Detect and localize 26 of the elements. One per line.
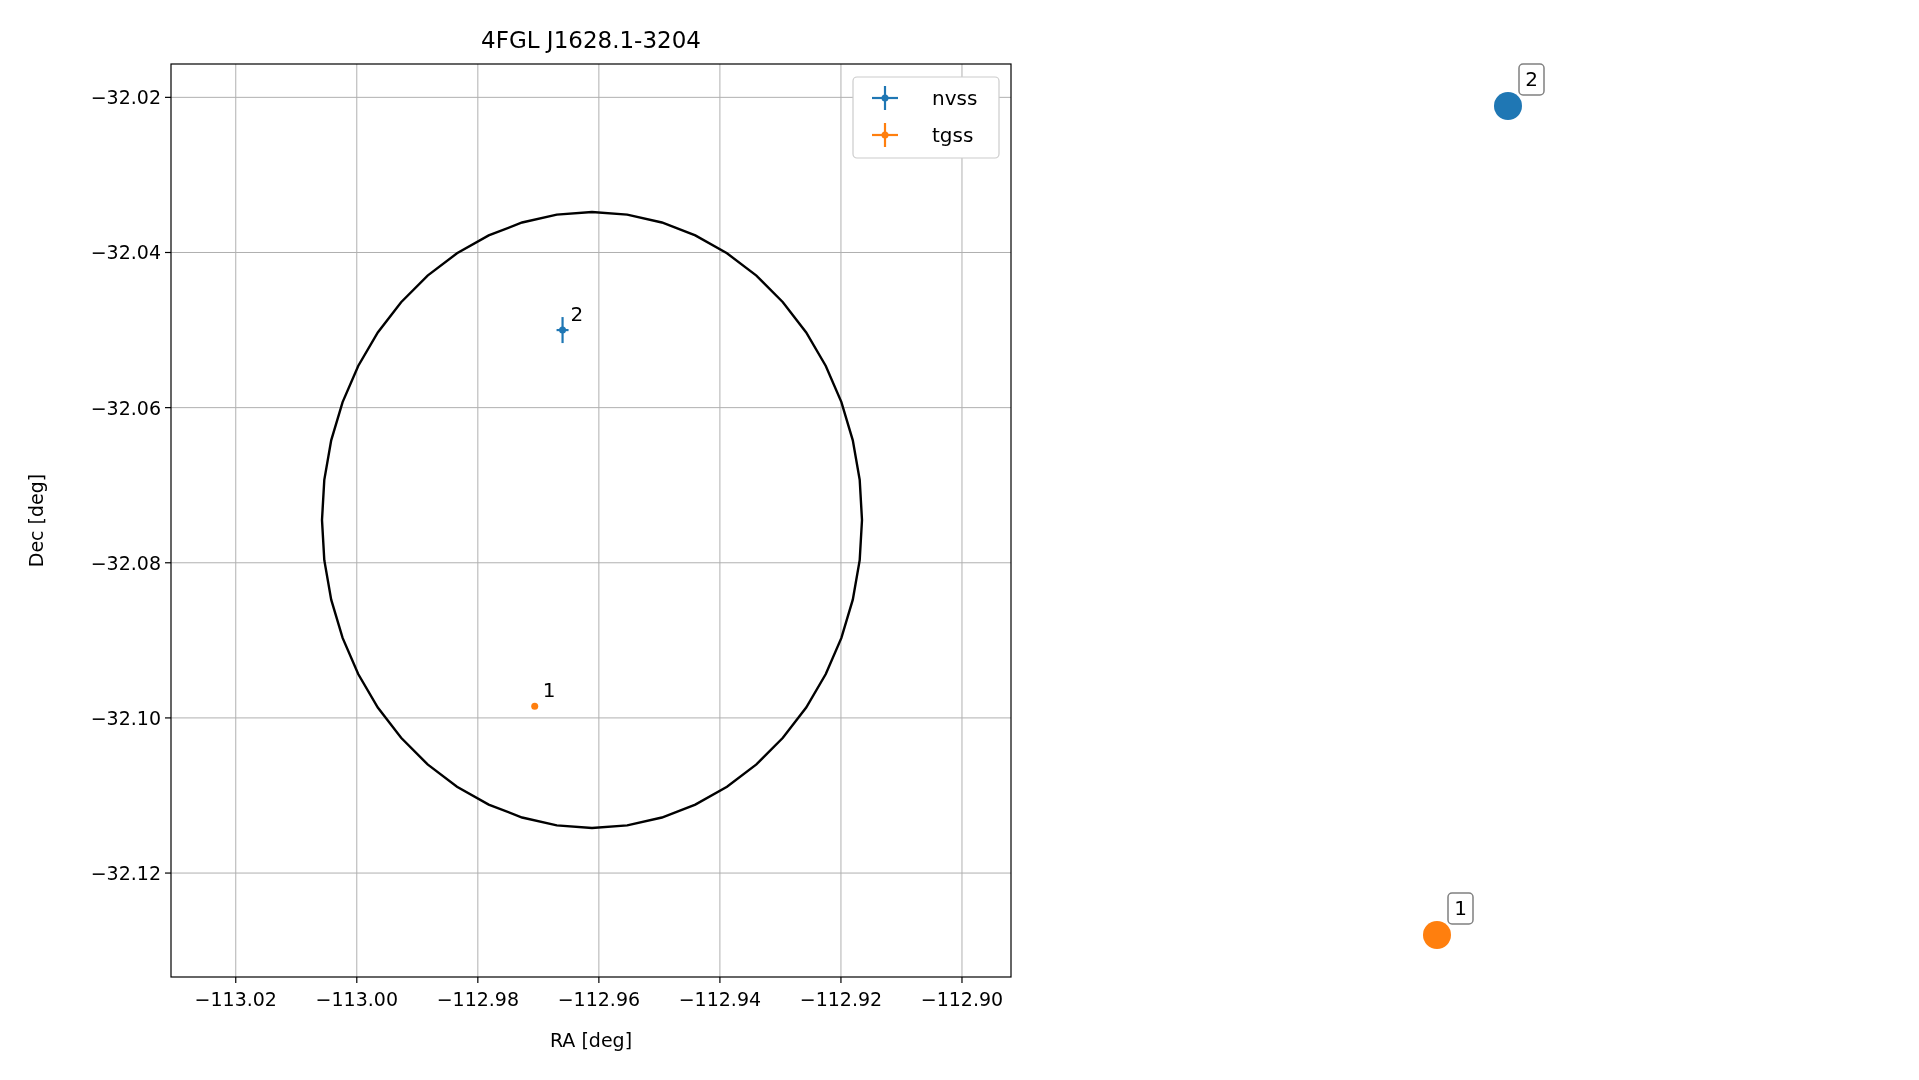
tick-label: −112.90 <box>920 988 1004 1010</box>
tick-label: −32.06 <box>90 396 161 419</box>
point-label: 1 <box>542 678 556 703</box>
legend-marker-icon <box>872 86 898 110</box>
point-label: 2 <box>570 302 584 327</box>
tick-label: −32.08 <box>90 551 161 574</box>
tick-label: −112.98 <box>436 988 520 1010</box>
tick-label: −32.02 <box>90 86 161 109</box>
tick-label: −113.00 <box>315 988 398 1010</box>
legend-label: tgss <box>932 123 974 147</box>
tick-label: −32.12 <box>90 862 161 885</box>
data-point <box>531 702 539 710</box>
tick-label: −112.92 <box>799 988 883 1010</box>
tick-label: −32.04 <box>90 241 161 264</box>
legend-marker-icon <box>872 123 898 147</box>
tick-label: −112.94 <box>678 988 762 1010</box>
chart-title: 4FGL J1628.1-3204 <box>481 27 701 53</box>
tick-label: −113.02 <box>194 988 277 1010</box>
marker-label: 2 <box>1518 63 1545 96</box>
axis-label: Dec [deg] <box>25 473 47 568</box>
legend-label: nvss <box>932 86 978 110</box>
axis-label: RA [deg] <box>549 1029 633 1051</box>
tick-label: −32.10 <box>90 706 161 729</box>
data-point <box>556 317 569 344</box>
tick-label: −112.96 <box>557 988 641 1010</box>
marker-label: 1 <box>1447 892 1474 925</box>
